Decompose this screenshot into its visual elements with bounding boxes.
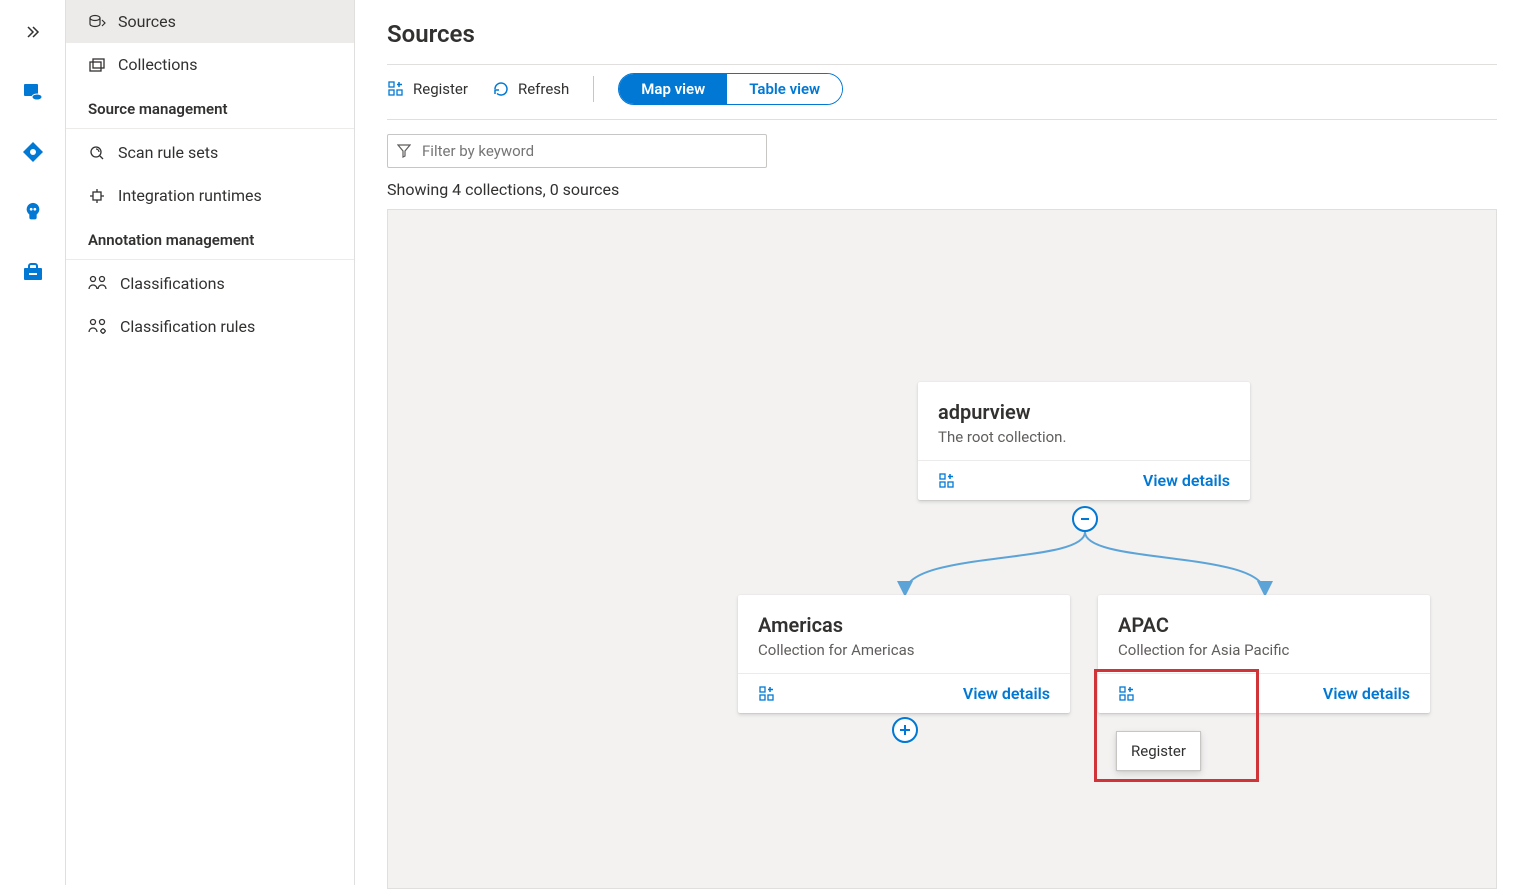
page-title: Sources: [387, 20, 1497, 48]
register-icon[interactable]: [938, 472, 956, 490]
sidebar-item-label: Sources: [118, 12, 176, 31]
rail-management-icon[interactable]: [13, 252, 53, 292]
sidebar-item-label: Collections: [118, 55, 198, 74]
node-desc: Collection for Asia Pacific: [1118, 641, 1410, 659]
map-canvas[interactable]: adpurview The root collection. View deta…: [387, 209, 1497, 889]
node-desc: The root collection.: [938, 428, 1230, 446]
refresh-icon: [492, 80, 510, 98]
sources-icon: [88, 13, 106, 31]
showing-count: Showing 4 collections, 0 sources: [387, 180, 1497, 199]
main-content: Sources Register Refresh Map view Table …: [355, 0, 1529, 885]
register-tooltip: Register: [1116, 731, 1201, 771]
sidebar-item-label: Scan rule sets: [118, 143, 218, 162]
integration-icon: [88, 187, 106, 205]
view-toggle: Map view Table view: [618, 73, 843, 105]
node-title: adpurview: [938, 400, 1230, 424]
filter-input[interactable]: [387, 134, 767, 168]
view-details-button[interactable]: View details: [1143, 471, 1230, 490]
sidebar-item-label: Classification rules: [120, 317, 255, 336]
classifications-icon: [88, 275, 108, 293]
sidebar-item-sources[interactable]: Sources: [66, 0, 354, 43]
collapse-toggle[interactable]: [1072, 506, 1098, 532]
toolbar-separator: [593, 76, 594, 102]
scan-rule-icon: [88, 144, 106, 162]
register-label: Register: [413, 80, 468, 98]
expand-rail-button[interactable]: [13, 12, 53, 52]
register-button[interactable]: Register: [387, 76, 468, 102]
sidebar-item-collections[interactable]: Collections: [66, 43, 354, 86]
sidebar-section-annotation-mgmt: Annotation management: [66, 217, 354, 260]
filter-icon: [397, 144, 411, 158]
toolbar: Register Refresh Map view Table view: [387, 64, 1497, 120]
node-title: Americas: [758, 613, 1050, 637]
collection-node-americas[interactable]: Americas Collection for Americas View de…: [738, 595, 1070, 713]
filter-row: [387, 134, 1497, 168]
map-view-button[interactable]: Map view: [619, 74, 727, 104]
refresh-button[interactable]: Refresh: [492, 76, 569, 102]
rail-data-icon[interactable]: [13, 72, 53, 112]
rail-insights-icon[interactable]: [13, 192, 53, 232]
node-desc: Collection for Americas: [758, 641, 1050, 659]
sidebar-item-integration-runtimes[interactable]: Integration runtimes: [66, 174, 354, 217]
node-title: APAC: [1118, 613, 1410, 637]
sidebar-item-label: Classifications: [120, 274, 225, 293]
collection-node-root[interactable]: adpurview The root collection. View deta…: [918, 382, 1250, 500]
side-panel: Sources Collections Source management Sc…: [66, 0, 355, 885]
sidebar-item-scan-rule-sets[interactable]: Scan rule sets: [66, 131, 354, 174]
register-icon: [387, 80, 405, 98]
view-details-button[interactable]: View details: [1323, 684, 1410, 703]
classification-rules-icon: [88, 318, 108, 336]
table-view-button[interactable]: Table view: [727, 74, 842, 104]
refresh-label: Refresh: [518, 80, 569, 98]
sidebar-section-source-mgmt: Source management: [66, 86, 354, 129]
collections-icon: [88, 56, 106, 74]
add-child-button[interactable]: [892, 717, 918, 743]
sidebar-item-classifications[interactable]: Classifications: [66, 262, 354, 305]
left-rail: [0, 0, 66, 885]
sidebar-item-classification-rules[interactable]: Classification rules: [66, 305, 354, 348]
collection-node-apac[interactable]: APAC Collection for Asia Pacific View de…: [1098, 595, 1430, 713]
view-details-button[interactable]: View details: [963, 684, 1050, 703]
register-icon[interactable]: [1118, 685, 1136, 703]
register-icon[interactable]: [758, 685, 776, 703]
rail-map-icon[interactable]: [13, 132, 53, 172]
sidebar-item-label: Integration runtimes: [118, 186, 262, 205]
